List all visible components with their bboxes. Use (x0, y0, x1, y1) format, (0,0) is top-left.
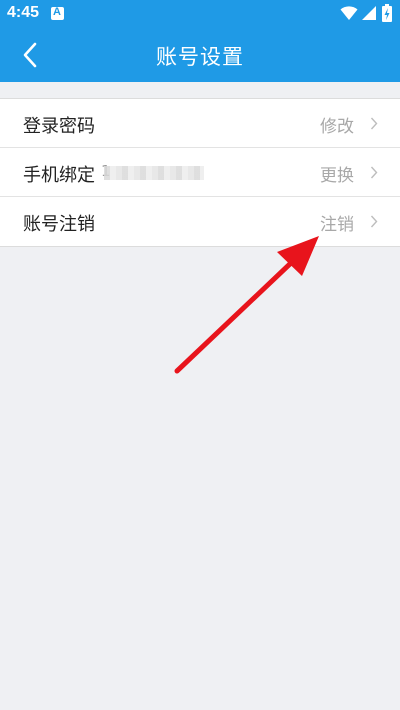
blurred-phone-number (104, 166, 204, 180)
app-header: 账号设置 (0, 28, 400, 82)
change-phone-action[interactable]: 更换 (320, 161, 354, 186)
chevron-right-icon (370, 215, 378, 228)
setting-row-phone[interactable]: 手机绑定 1 更换 (0, 148, 400, 197)
setting-row-account-cancel[interactable]: 账号注销 注销 (0, 197, 400, 246)
settings-list: 登录密码 修改 手机绑定 1 更换 账号注销 注销 (0, 98, 400, 247)
notification-app-letter: A (53, 6, 61, 18)
wifi-icon (340, 6, 358, 20)
notification-app-icon: A (51, 6, 64, 20)
cancel-account-action[interactable]: 注销 (320, 210, 354, 235)
setting-row-password[interactable]: 登录密码 修改 (0, 99, 400, 148)
modify-password-action[interactable]: 修改 (320, 112, 354, 137)
setting-label-account-cancel: 账号注销 (23, 214, 95, 235)
status-bar: 4:45 A (0, 0, 400, 28)
setting-label-password: 登录密码 (23, 116, 95, 137)
signal-icon (362, 6, 376, 20)
chevron-right-icon (370, 117, 378, 130)
battery-charging-icon (382, 4, 392, 22)
status-time: 4:45 (7, 4, 40, 21)
chevron-right-icon (370, 166, 378, 179)
setting-label-phone: 手机绑定 (23, 165, 95, 186)
page-title: 账号设置 (156, 45, 244, 69)
